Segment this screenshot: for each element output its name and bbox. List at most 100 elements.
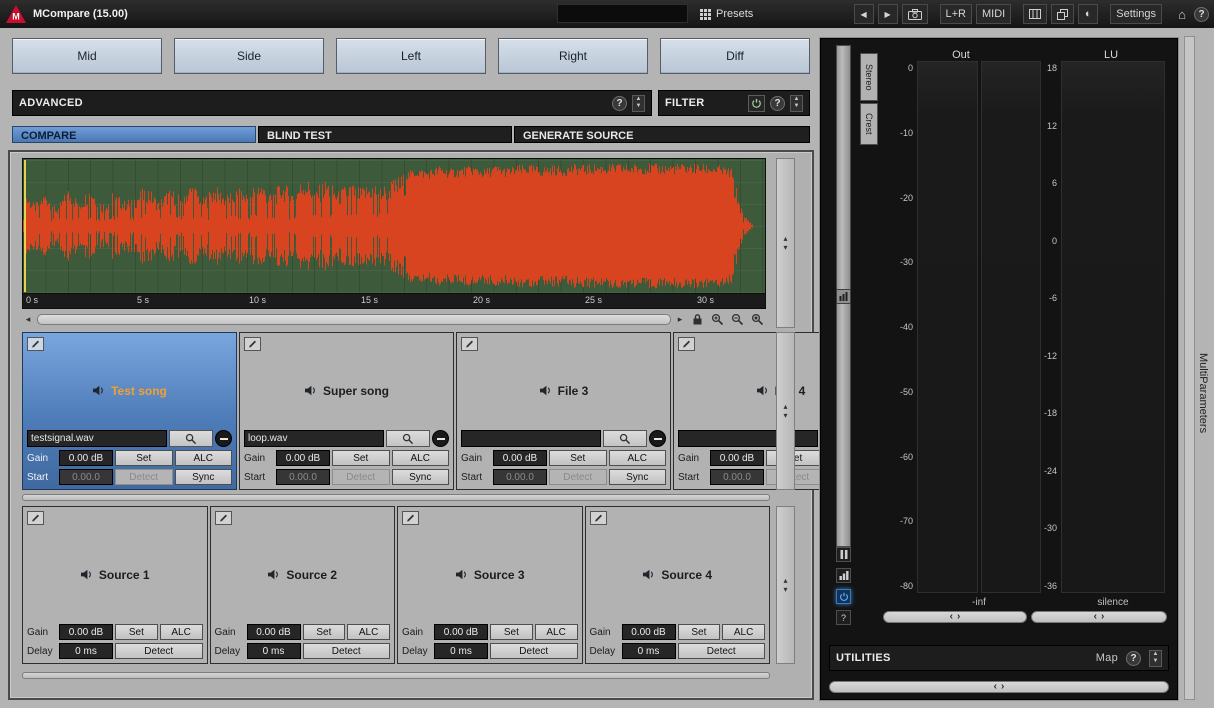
alc-button[interactable]: ALC bbox=[347, 624, 390, 640]
source-slot-1[interactable]: Source 1 Gain 0.00 dB Set ALC Delay 0 ms bbox=[22, 506, 208, 664]
comparison-row-scrollbar[interactable]: ▴ ▾ bbox=[776, 332, 795, 490]
meter-options-button[interactable] bbox=[836, 289, 851, 304]
detect-button[interactable]: Detect bbox=[490, 643, 578, 659]
preset-name-field[interactable] bbox=[557, 4, 688, 23]
map-label[interactable]: Map bbox=[1096, 652, 1118, 664]
next-preset-button[interactable]: ▶ bbox=[878, 4, 898, 24]
screenshot-button[interactable] bbox=[902, 4, 928, 24]
alc-button[interactable]: ALC bbox=[609, 450, 667, 466]
delay-value[interactable]: 0 ms bbox=[59, 643, 113, 659]
analyzer-view-button[interactable] bbox=[836, 568, 851, 583]
gain-value[interactable]: 0.00 dB bbox=[247, 624, 301, 640]
tab-crest[interactable]: Crest bbox=[860, 103, 878, 145]
zoom-out-button[interactable] bbox=[729, 312, 746, 326]
gain-value[interactable]: 0.00 dB bbox=[434, 624, 488, 640]
edit-button[interactable] bbox=[244, 337, 261, 351]
tab-blind-test[interactable]: BLIND TEST bbox=[258, 126, 512, 143]
edit-button[interactable] bbox=[27, 511, 44, 525]
set-gain-button[interactable]: Set bbox=[115, 450, 173, 466]
alc-button[interactable]: ALC bbox=[160, 624, 203, 640]
edit-button[interactable] bbox=[27, 337, 44, 351]
file-field[interactable] bbox=[461, 430, 601, 447]
comparison-slot-3[interactable]: File 3 bbox=[456, 332, 671, 490]
gain-value[interactable]: 0.00 dB bbox=[59, 450, 113, 466]
source-slot-4[interactable]: Source 4 Gain 0.00 dB Set ALC Delay 0 ms bbox=[585, 506, 771, 664]
alc-button[interactable]: ALC bbox=[535, 624, 578, 640]
set-gain-button[interactable]: Set bbox=[678, 624, 721, 640]
alc-button[interactable]: ALC bbox=[392, 450, 450, 466]
pause-meters-button[interactable] bbox=[836, 547, 851, 562]
comparison-horizontal-scrollbar[interactable] bbox=[22, 494, 770, 501]
alc-button[interactable]: ALC bbox=[722, 624, 765, 640]
bottom-horizontal-scrollbar[interactable] bbox=[22, 672, 770, 679]
presets-button[interactable]: Presets bbox=[694, 4, 759, 24]
delay-value[interactable]: 0 ms bbox=[247, 643, 301, 659]
meters-power-button[interactable] bbox=[836, 589, 851, 604]
multiparameters-strip[interactable]: MultiParameters bbox=[1182, 28, 1214, 708]
channel-diff-button[interactable]: Diff bbox=[660, 38, 810, 74]
gain-value[interactable]: 0.00 dB bbox=[710, 450, 764, 466]
filter-help-button[interactable]: ? bbox=[770, 96, 785, 111]
previous-preset-button[interactable]: ◀ bbox=[854, 4, 874, 24]
lu-meter-scrollbar[interactable]: ‹ › bbox=[1031, 611, 1167, 623]
channel-left-button[interactable]: Left bbox=[336, 38, 486, 74]
set-gain-button[interactable]: Set bbox=[549, 450, 607, 466]
gain-value[interactable]: 0.00 dB bbox=[493, 450, 547, 466]
advanced-section-header[interactable]: ADVANCED ? ▲ ▼ bbox=[12, 90, 652, 116]
lr-channel-mode-button[interactable]: L+R bbox=[940, 4, 973, 24]
browse-file-button[interactable] bbox=[603, 430, 647, 447]
file-field[interactable] bbox=[244, 430, 384, 447]
channel-mid-button[interactable]: Mid bbox=[12, 38, 162, 74]
tab-generate-source[interactable]: GENERATE SOURCE bbox=[514, 126, 810, 143]
comparison-slot-2[interactable]: Super song bbox=[239, 332, 454, 490]
advanced-collapse-spinner[interactable]: ▲ ▼ bbox=[632, 95, 645, 112]
channel-right-button[interactable]: Right bbox=[498, 38, 648, 74]
gain-value[interactable]: 0.00 dB bbox=[59, 624, 113, 640]
utilities-section-header[interactable]: UTILITIES Map ? ▲ ▼ bbox=[829, 645, 1169, 671]
zoom-fit-button[interactable] bbox=[749, 312, 766, 326]
set-gain-button[interactable]: Set bbox=[332, 450, 390, 466]
edit-button[interactable] bbox=[461, 337, 478, 351]
midi-button[interactable]: MIDI bbox=[976, 4, 1011, 24]
scroll-left-button[interactable]: ◂ bbox=[22, 313, 34, 325]
utilities-help-button[interactable]: ? bbox=[1126, 651, 1141, 666]
out-meter-scrollbar[interactable]: ‹ › bbox=[883, 611, 1027, 623]
settings-button[interactable]: Settings bbox=[1110, 4, 1162, 24]
browse-file-button[interactable] bbox=[386, 430, 430, 447]
filter-section-header[interactable]: FILTER ? ▲ ▼ bbox=[658, 90, 810, 116]
remove-file-button[interactable] bbox=[215, 430, 232, 447]
help-button[interactable]: ? bbox=[1194, 7, 1209, 22]
file-field[interactable] bbox=[27, 430, 167, 447]
source-slot-3[interactable]: Source 3 Gain 0.00 dB Set ALC Delay 0 ms bbox=[397, 506, 583, 664]
channel-side-button[interactable]: Side bbox=[174, 38, 324, 74]
waveform-vertical-scrollbar[interactable]: ▴ ▾ bbox=[776, 158, 795, 328]
zoom-lock-button[interactable] bbox=[689, 312, 706, 326]
source-slot-2[interactable]: Source 2 Gain 0.00 dB Set ALC Delay 0 ms bbox=[210, 506, 396, 664]
edit-button[interactable] bbox=[402, 511, 419, 525]
file-field[interactable] bbox=[678, 430, 818, 447]
set-gain-button[interactable]: Set bbox=[490, 624, 533, 640]
comparison-slot-1[interactable]: Test song bbox=[22, 332, 237, 490]
detect-button[interactable]: Detect bbox=[303, 643, 391, 659]
gain-value[interactable]: 0.00 dB bbox=[276, 450, 330, 466]
delay-value[interactable]: 0 ms bbox=[622, 643, 676, 659]
sync-button[interactable]: Sync bbox=[609, 469, 667, 485]
waveform-display[interactable] bbox=[22, 158, 766, 294]
remove-file-button[interactable] bbox=[649, 430, 666, 447]
set-gain-button[interactable]: Set bbox=[303, 624, 346, 640]
copy-settings-button[interactable] bbox=[1051, 4, 1074, 24]
remove-file-button[interactable] bbox=[432, 430, 449, 447]
scroll-right-button[interactable]: ▸ bbox=[674, 313, 686, 325]
tab-stereo[interactable]: Stereo bbox=[860, 53, 878, 101]
filter-power-button[interactable] bbox=[748, 95, 765, 112]
filter-collapse-spinner[interactable]: ▲ ▼ bbox=[790, 95, 803, 112]
contrast-button[interactable]: ◐ bbox=[1078, 4, 1098, 24]
advanced-help-button[interactable]: ? bbox=[612, 96, 627, 111]
zoom-in-button[interactable] bbox=[709, 312, 726, 326]
keyboard-button[interactable] bbox=[1023, 4, 1047, 24]
set-gain-button[interactable]: Set bbox=[115, 624, 158, 640]
alc-button[interactable]: ALC bbox=[175, 450, 233, 466]
detect-button[interactable]: Detect bbox=[115, 643, 203, 659]
sync-button[interactable]: Sync bbox=[175, 469, 233, 485]
utilities-scrollbar[interactable]: ‹ › bbox=[829, 681, 1169, 693]
